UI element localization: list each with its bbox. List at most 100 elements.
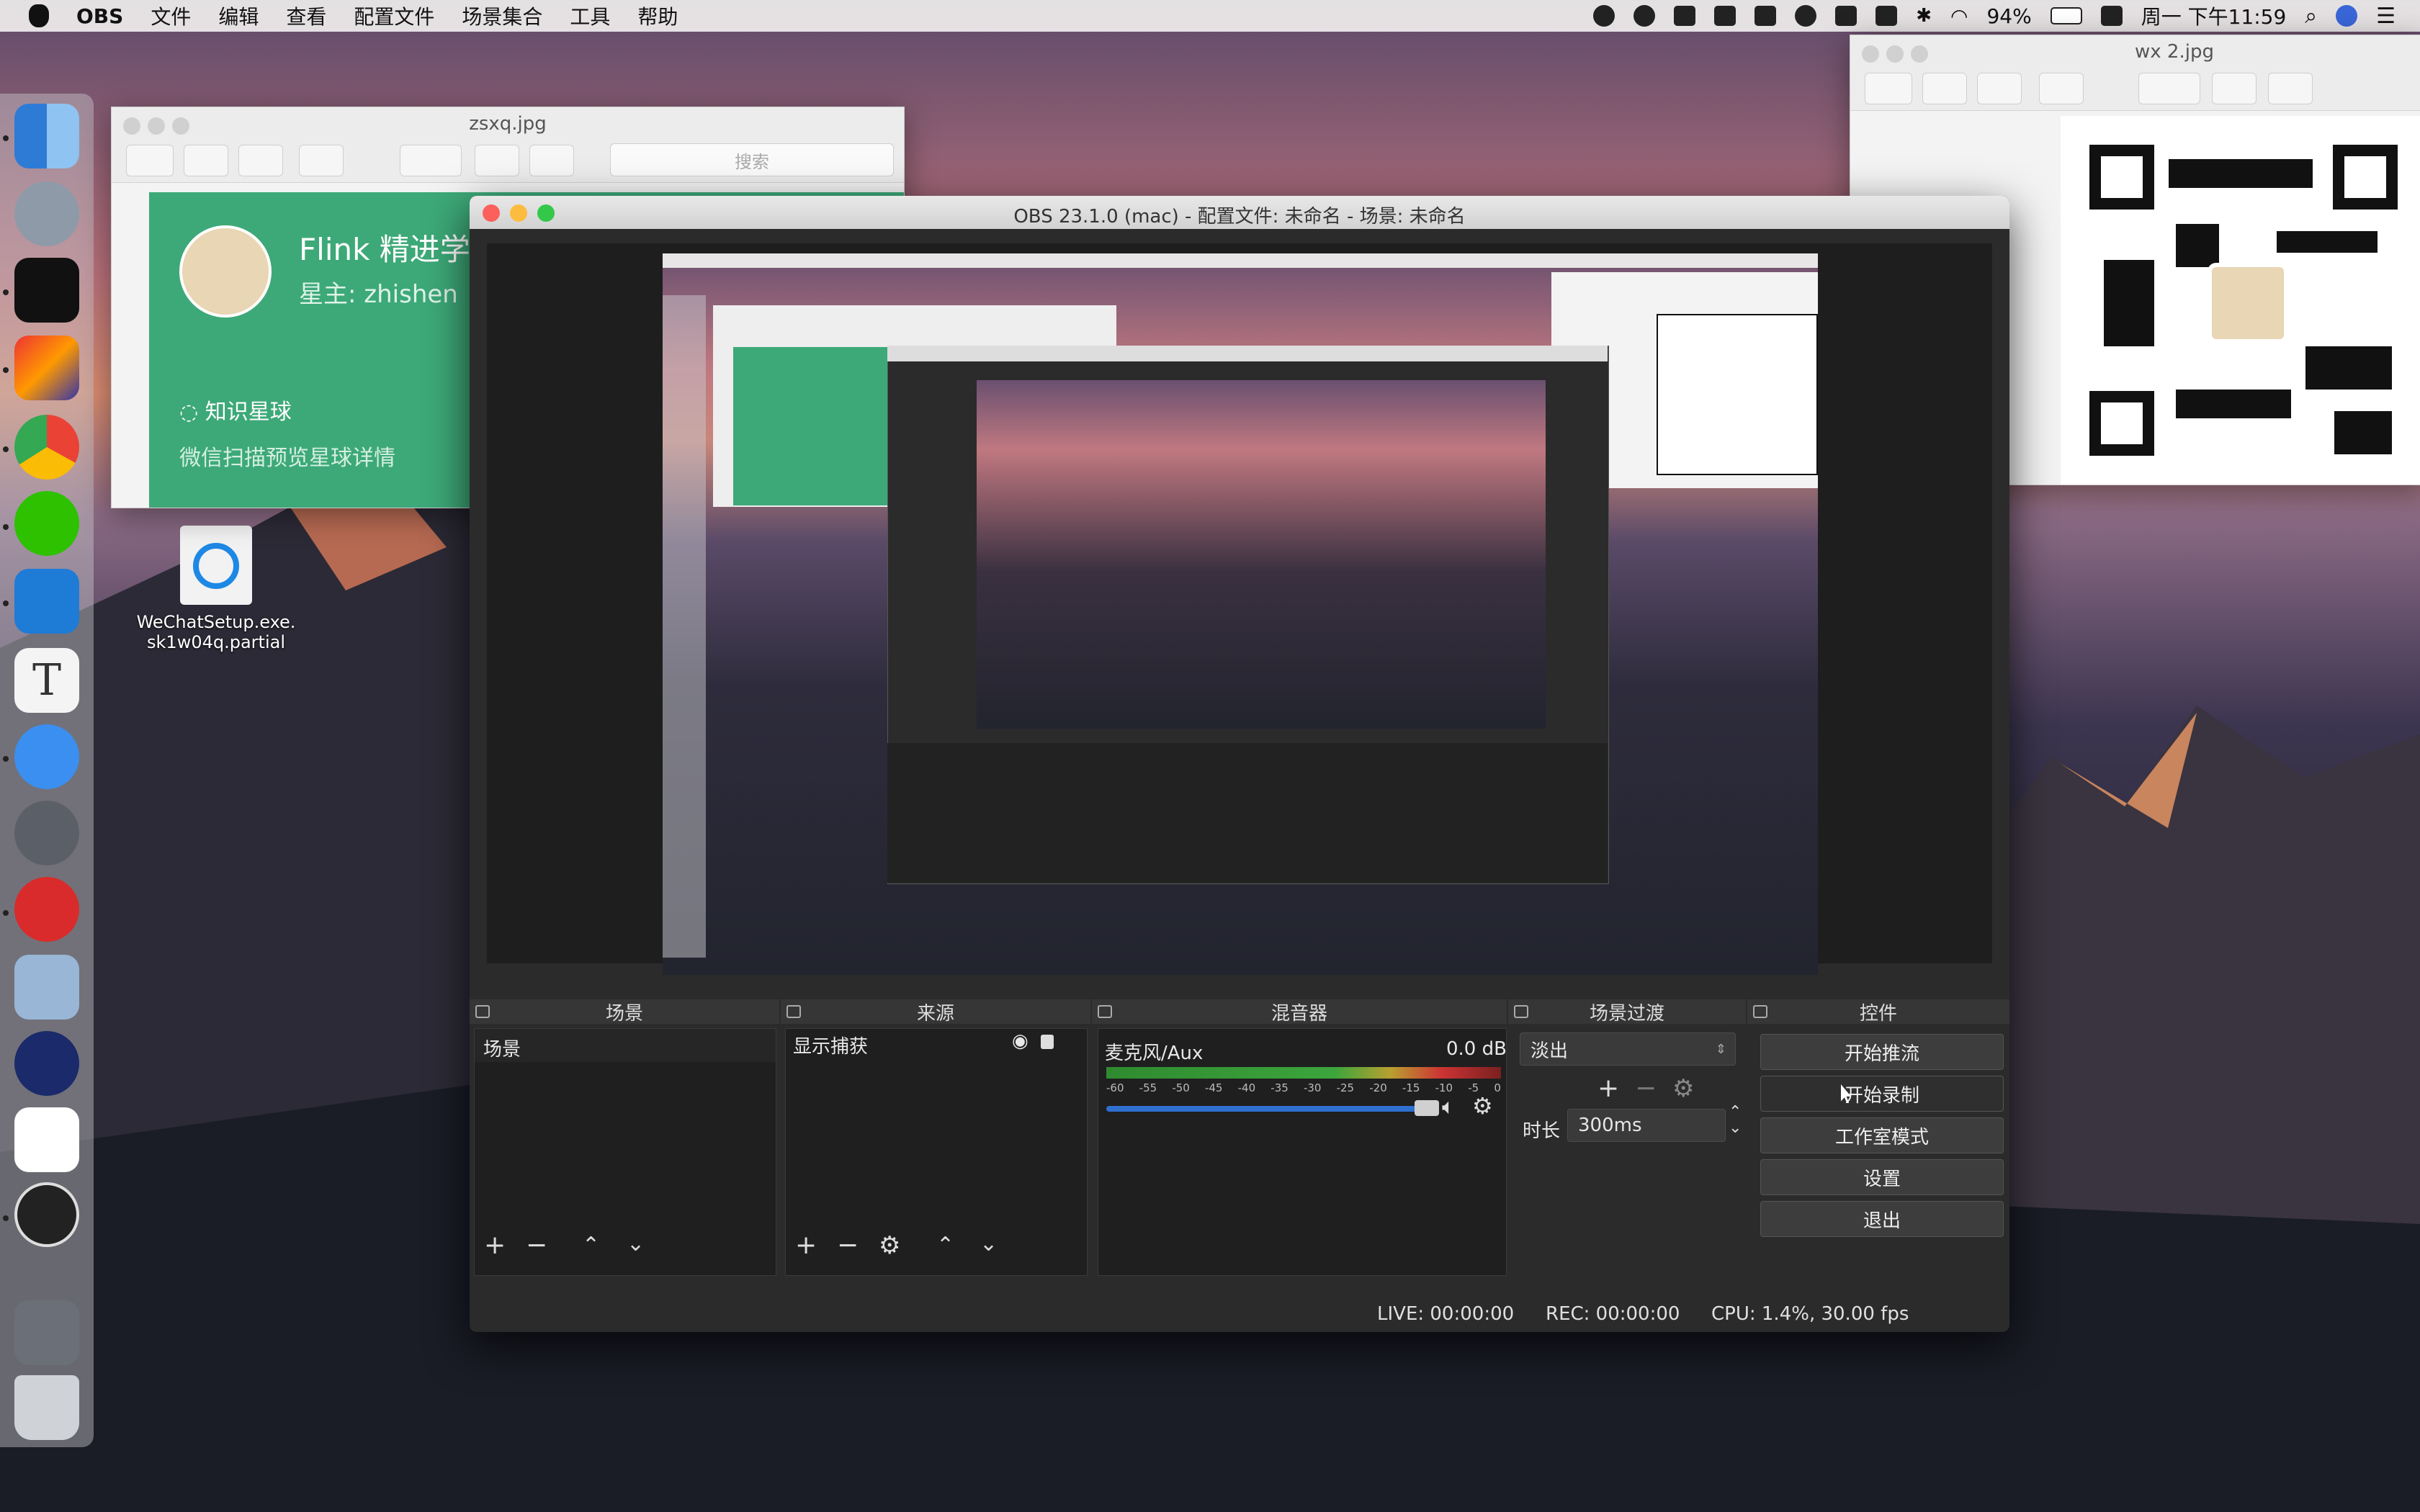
markup-icon[interactable] <box>2138 73 2200 104</box>
move-source-down-button[interactable]: ⌄ <box>980 1231 998 1257</box>
float-icon[interactable] <box>1753 1005 1767 1018</box>
zoom-out-icon[interactable] <box>1922 73 1967 104</box>
zoom-in-icon[interactable] <box>1977 73 2022 104</box>
menu-view[interactable]: 查看 <box>286 1 326 30</box>
menu-edit[interactable]: 编辑 <box>218 1 259 30</box>
mixer-settings-gear-icon[interactable]: ⚙ <box>1472 1093 1493 1119</box>
rotate-icon[interactable] <box>2212 73 2257 104</box>
transition-settings-gear-icon[interactable]: ⚙ <box>1672 1076 1694 1102</box>
transition-select[interactable]: 淡出 ⇕ <box>1520 1032 1736 1066</box>
input-method-icon[interactable] <box>2100 6 2123 26</box>
battery-icon[interactable] <box>2050 7 2082 24</box>
float-icon[interactable] <box>1098 1005 1112 1018</box>
spotlight-search-icon[interactable]: ⌕ <box>2305 4 2317 29</box>
controls-panel-title: 控件 <box>1859 1002 1897 1025</box>
netease-music-icon[interactable] <box>14 877 79 942</box>
wechat-icon[interactable] <box>14 491 79 556</box>
add-scene-button[interactable]: + <box>484 1233 506 1259</box>
lock-icon[interactable] <box>1041 1035 1054 1049</box>
file-icon <box>180 526 252 605</box>
system-preferences-icon[interactable] <box>14 801 79 865</box>
studio-mode-button[interactable]: 工作室模式 <box>1760 1117 2004 1153</box>
move-scene-up-button[interactable]: ⌃ <box>582 1233 600 1259</box>
zoom-in-icon[interactable] <box>238 145 283 176</box>
app-status-icon[interactable] <box>1674 6 1696 26</box>
float-icon[interactable] <box>1514 1005 1528 1018</box>
start-recording-button[interactable]: 开始录制 <box>1760 1076 2004 1112</box>
command-status-icon[interactable] <box>1876 6 1898 26</box>
scenes-list[interactable]: 场景 <box>474 1028 776 1276</box>
send-status-icon[interactable] <box>1714 6 1736 26</box>
sidebar-toggle-icon[interactable] <box>1865 73 1912 104</box>
editor-icon[interactable] <box>14 724 79 789</box>
typora-icon[interactable]: T <box>14 648 79 713</box>
toolbox-icon[interactable] <box>2268 73 2313 104</box>
share-icon[interactable] <box>2039 73 2084 104</box>
mixer-track-level: 0.0 dB <box>1446 1038 1507 1060</box>
duration-input[interactable]: 300ms <box>1567 1109 1726 1142</box>
menubar-clock[interactable]: 周一 下午11:59 <box>2141 1 2287 30</box>
menu-profile[interactable]: 配置文件 <box>354 1 434 30</box>
toolbox-icon[interactable] <box>529 145 574 176</box>
menu-help[interactable]: 帮助 <box>637 1 678 30</box>
trash-icon[interactable] <box>14 1375 79 1440</box>
duration-stepper[interactable]: ⌃ ⌄ <box>1729 1104 1742 1136</box>
zoom-out-icon[interactable] <box>184 145 228 176</box>
source-settings-gear-icon[interactable]: ⚙ <box>879 1233 900 1259</box>
move-scene-down-button[interactable]: ⌄ <box>627 1231 645 1257</box>
finder-icon[interactable] <box>14 104 79 168</box>
bluetooth-icon[interactable]: ✱ <box>1916 5 1932 27</box>
volume-slider[interactable] <box>1106 1106 1438 1112</box>
battery-percent: 94% <box>1986 4 2032 28</box>
volume-slider-handle[interactable] <box>1415 1100 1439 1116</box>
close-button-wx[interactable] <box>1862 45 1879 63</box>
p-status-icon[interactable] <box>1795 5 1817 27</box>
wifi-icon[interactable]: ◠ <box>1950 4 1968 28</box>
wechat-status-icon[interactable] <box>1634 5 1656 27</box>
vscode-icon[interactable] <box>14 569 79 634</box>
launchpad-icon[interactable] <box>14 181 79 246</box>
markup-icon[interactable] <box>400 145 462 176</box>
menu-tools[interactable]: 工具 <box>570 1 610 30</box>
remove-source-button[interactable]: − <box>837 1233 859 1259</box>
menu-scene-collection[interactable]: 场景集合 <box>462 1 542 30</box>
cloud-status-icon[interactable] <box>1754 6 1777 26</box>
source-item[interactable]: 显示捕获 <box>793 1032 868 1058</box>
move-source-up-button[interactable]: ⌃ <box>936 1233 954 1259</box>
intellij-icon[interactable] <box>14 336 79 400</box>
screenshot-folder-icon[interactable] <box>14 1300 79 1365</box>
app-menu[interactable]: OBS <box>76 4 123 28</box>
zoom-button-wx[interactable] <box>1911 45 1928 63</box>
rotate-icon[interactable] <box>475 145 519 176</box>
quicktime-icon[interactable] <box>14 1031 79 1096</box>
float-icon[interactable] <box>475 1005 490 1018</box>
notification-center-icon[interactable]: ☰ <box>2376 4 2396 29</box>
sidebar-toggle-icon[interactable] <box>126 145 174 176</box>
preview-app-icon[interactable] <box>14 955 79 1020</box>
desktop-file[interactable]: WeChatSetup.exe. sk1w04q.partial <box>130 526 302 652</box>
settings-button[interactable]: 设置 <box>1760 1159 2004 1195</box>
obs-dock-icon[interactable] <box>14 1182 79 1247</box>
chrome-icon[interactable] <box>14 415 79 480</box>
minimize-button-wx[interactable] <box>1886 45 1904 63</box>
exit-button[interactable]: 退出 <box>1760 1201 2004 1237</box>
share-icon[interactable] <box>299 145 344 176</box>
add-source-button[interactable]: + <box>795 1233 817 1259</box>
visibility-eye-icon[interactable]: ◉ <box>1012 1030 1028 1052</box>
obs-preview-area[interactable] <box>487 243 1992 975</box>
terminal-icon[interactable] <box>14 258 79 323</box>
add-transition-button[interactable]: + <box>1597 1076 1619 1102</box>
bank-status-icon[interactable] <box>1835 6 1857 26</box>
search-field[interactable]: 搜索 <box>610 143 894 176</box>
float-icon[interactable] <box>786 1005 801 1018</box>
start-streaming-button[interactable]: 开始推流 <box>1760 1034 2004 1070</box>
siri-icon[interactable] <box>2336 5 2358 27</box>
apple-menu-icon[interactable] <box>29 4 49 27</box>
speaker-mute-icon[interactable]: 🔈︎ <box>1442 1094 1455 1120</box>
menu-file[interactable]: 文件 <box>151 1 191 30</box>
remove-transition-button[interactable]: − <box>1635 1076 1657 1102</box>
scene-item[interactable]: 场景 <box>483 1035 521 1061</box>
obs-status-icon[interactable] <box>1593 5 1615 27</box>
remove-scene-button[interactable]: − <box>526 1233 547 1259</box>
baidu-netdisk-icon[interactable] <box>14 1107 79 1172</box>
